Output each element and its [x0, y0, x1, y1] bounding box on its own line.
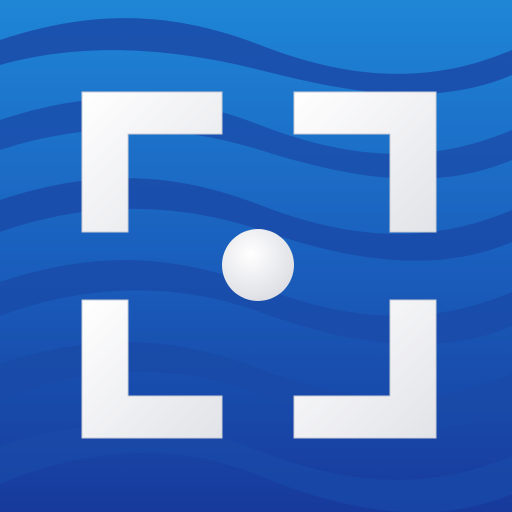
scanner-app-icon [0, 0, 512, 512]
focus-dot [222, 229, 294, 301]
